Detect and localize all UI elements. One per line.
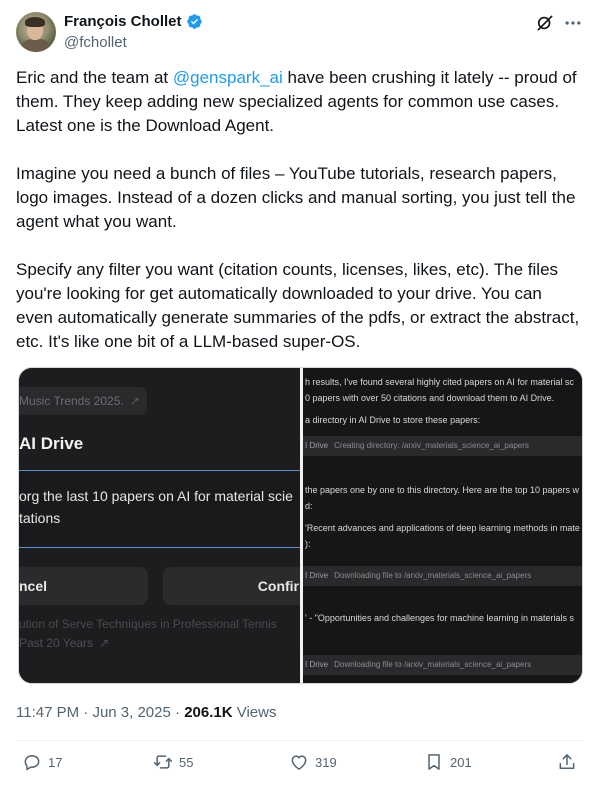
- reply-count: 17: [48, 754, 63, 770]
- media-attachment[interactable]: Music Trends 2025. ↗ AI Drive org the las…: [18, 367, 583, 684]
- arrow-up-right-icon: ↗: [129, 394, 140, 408]
- agent-log-line: ' - "Opportunities and challenges for ma…: [305, 613, 575, 623]
- tweet-time[interactable]: 11:47 PM: [16, 704, 79, 721]
- tool-call-bar: I Drive Creating directory: /arxiv_materi…: [303, 436, 582, 456]
- grok-icon[interactable]: [535, 13, 555, 33]
- media-left-panel: Music Trends 2025. ↗ AI Drive org the las…: [19, 368, 300, 683]
- tweet-date[interactable]: Jun 3, 2025: [92, 704, 170, 721]
- prompt-input: org the last 10 papers on AI for materia…: [19, 470, 300, 548]
- bookmark-button[interactable]: 201: [424, 752, 472, 772]
- mention-link[interactable]: @genspark_ai: [173, 68, 283, 87]
- agent-log-line: a directory in AI Drive to store these p…: [305, 415, 481, 425]
- like-button[interactable]: 319: [289, 752, 337, 772]
- arrow-up-right-icon: ↗: [99, 636, 110, 650]
- retweet-icon: [153, 755, 173, 769]
- agent-log-line: 'Recent advances and applications of dee…: [305, 523, 580, 533]
- cancel-button: ncel: [19, 567, 148, 605]
- author-name[interactable]: François Chollet: [64, 13, 182, 30]
- confirm-button: Confir: [163, 567, 300, 605]
- retweet-button[interactable]: 55: [153, 752, 193, 772]
- background-item-text: ution of Serve Techniques in Professiona…: [19, 617, 277, 631]
- tweet-meta: 11:47 PM · Jun 3, 2025 · 206.1K Views: [16, 704, 277, 721]
- media-right-panel: h results, I've found several highly cit…: [303, 368, 582, 683]
- more-icon[interactable]: [563, 13, 583, 33]
- tool-call-bar: I Drive Downloading file to /arxiv_materi…: [303, 655, 582, 675]
- tweet-paragraph-2: Imagine you need a bunch of files – YouT…: [16, 164, 576, 231]
- agent-log-line: h results, I've found several highly cit…: [305, 377, 574, 387]
- agent-log-line: 0 papers with over 50 citations and down…: [305, 393, 555, 403]
- author-handle[interactable]: @fchollet: [64, 34, 127, 51]
- background-item-text: Past 20 Years ↗: [19, 636, 110, 650]
- share-icon: [559, 754, 575, 769]
- agent-log-line: d:: [305, 501, 313, 511]
- dialog-title: AI Drive: [19, 434, 84, 453]
- agent-log-line: the papers one by one to this directory.…: [305, 485, 579, 495]
- agent-log-line: ):: [305, 539, 311, 549]
- tweet-header: François Chollet @fchollet: [16, 12, 583, 56]
- like-icon: [291, 755, 307, 770]
- author-avatar[interactable]: [16, 12, 56, 52]
- tool-call-bar: I Drive Downloading file to /arxiv_materi…: [303, 566, 582, 586]
- views-label: Views: [232, 704, 277, 721]
- trend-chip: Music Trends 2025. ↗: [19, 387, 147, 415]
- author-name-row: François Chollet: [64, 13, 203, 30]
- reply-icon: [24, 755, 40, 771]
- tweet-text: Eric and the team at @genspark_ai have b…: [16, 66, 583, 378]
- verified-badge-icon: [186, 14, 202, 29]
- share-button[interactable]: [557, 752, 577, 772]
- tweet-paragraph-3: Specify any filter you want (citation co…: [16, 260, 580, 351]
- retweet-count: 55: [179, 754, 194, 770]
- action-bar: 17 55 319 201: [16, 752, 583, 778]
- views-count: 206.1K: [184, 704, 233, 721]
- bookmark-count: 201: [450, 754, 472, 770]
- like-count: 319: [315, 754, 337, 770]
- tweet-paragraph-1: Eric and the team at @genspark_ai have b…: [16, 68, 577, 135]
- bookmark-icon: [428, 754, 440, 770]
- divider: [16, 740, 583, 741]
- reply-button[interactable]: 17: [22, 752, 62, 772]
